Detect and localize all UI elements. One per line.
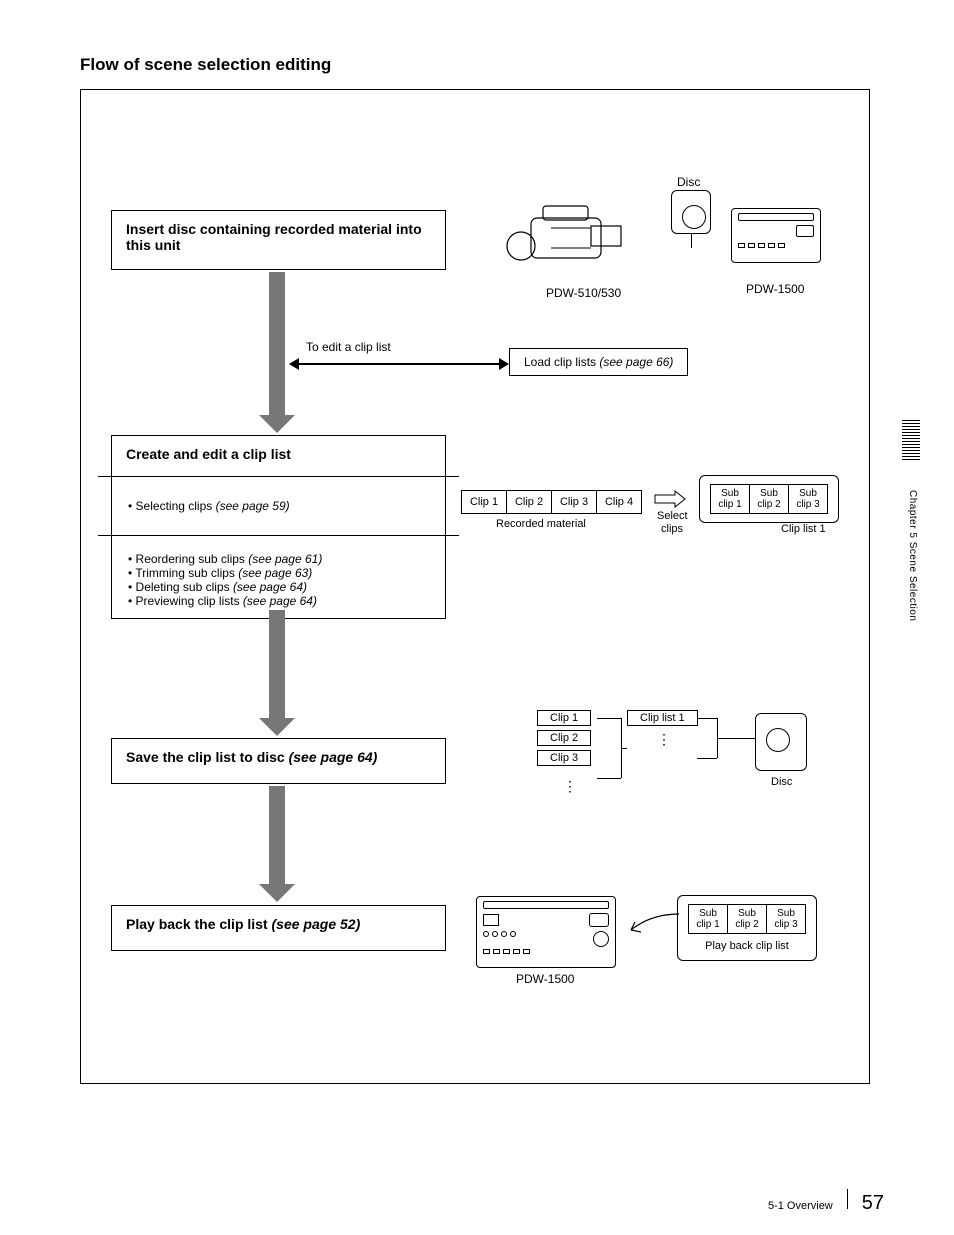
conn3	[597, 778, 621, 779]
edit-label: To edit a clip list	[306, 340, 391, 354]
clip3: Clip 3	[551, 490, 597, 514]
side-chapter-label: Chapter 5 Scene Selection	[907, 490, 918, 621]
disc-connector	[691, 234, 692, 248]
conn7	[697, 758, 717, 759]
arrow-step1-step2	[269, 272, 285, 417]
page-number: 57	[862, 1192, 884, 1215]
bidir-arrow	[299, 363, 499, 365]
load-text: Load clip lists	[524, 355, 599, 369]
disc-save-label: Disc	[771, 776, 792, 788]
deck-icon-bottom	[476, 896, 616, 968]
page-footer: 5-1 Overview 57	[768, 1189, 884, 1215]
pb-sub1: Sub clip 1	[688, 904, 728, 934]
cliplist1-label: Clip list 1	[781, 523, 826, 535]
sub1: Sub clip 1	[710, 484, 750, 514]
sub3: Sub clip 3	[788, 484, 828, 514]
save-cliplist1: Clip list 1	[627, 710, 698, 726]
step2-b3: Deleting sub clips (see page 64)	[128, 580, 431, 594]
step2-selecting: Selecting clips (see page 59)	[128, 499, 431, 513]
save-clip3: Clip 3	[537, 750, 591, 766]
camera-label: PDW-510/530	[546, 286, 621, 300]
conn1	[597, 718, 621, 719]
step3-box: Save the clip list to disc (see page 64)	[111, 738, 446, 784]
save-clip2: Clip 2	[537, 730, 591, 746]
step3-title: Save the clip list to disc (see page 64)	[126, 749, 431, 765]
camera-icon	[501, 198, 631, 278]
clip4: Clip 4	[596, 490, 642, 514]
step2-b2: Trimming sub clips (see page 63)	[128, 566, 431, 580]
deck-label-top: PDW-1500	[746, 282, 804, 296]
playback-box: Sub clip 1 Sub clip 2 Sub clip 3 Play ba…	[677, 895, 817, 961]
load-box: Load clip lists (see page 66)	[509, 348, 688, 376]
vdots2: ⋮	[657, 736, 671, 743]
select-label2: clips	[661, 523, 683, 535]
footer-divider	[847, 1189, 848, 1209]
pb-sub2: Sub clip 2	[727, 904, 767, 934]
select-arrow-icon	[653, 490, 687, 508]
deck-bottom-label: PDW-1500	[516, 972, 574, 986]
conn4	[621, 748, 627, 749]
save-list-col: Clip list 1	[627, 710, 698, 730]
footer-section: 5-1 Overview	[768, 1200, 833, 1212]
disc-save-icon	[755, 713, 807, 771]
side-hatch	[902, 420, 920, 460]
disc-label-top: Disc	[677, 175, 700, 189]
clip2: Clip 2	[506, 490, 552, 514]
step4-box: Play back the clip list (see page 52)	[111, 905, 446, 951]
step2-box: Create and edit a clip list Selecting cl…	[111, 435, 446, 619]
step2-b1: Reordering sub clips (see page 61)	[128, 552, 431, 566]
cliplist1-box: Sub clip 1 Sub clip 2 Sub clip 3	[699, 475, 839, 523]
step2-b4: Previewing clip lists (see page 64)	[128, 594, 431, 608]
vdots1: ⋮	[563, 783, 577, 790]
arrow-step2-step3	[269, 610, 285, 720]
sub2: Sub clip 2	[749, 484, 789, 514]
save-clips-col: Clip 1 Clip 2 Clip 3	[537, 710, 591, 770]
arrow-step3-step4	[269, 786, 285, 886]
recorded-label: Recorded material	[496, 518, 586, 530]
diagram-frame: Insert disc containing recorded material…	[80, 89, 870, 1084]
step2-title: Create and edit a clip list	[126, 446, 431, 462]
clip1: Clip 1	[461, 490, 507, 514]
step1-box: Insert disc containing recorded material…	[111, 210, 446, 270]
save-clip1: Clip 1	[537, 710, 591, 726]
select-label1: Select	[657, 510, 688, 522]
pb-sub3: Sub clip 3	[766, 904, 806, 934]
step1-title: Insert disc containing recorded material…	[126, 221, 431, 253]
conn8	[717, 738, 755, 739]
playback-arrow	[621, 910, 681, 940]
disc-icon	[671, 190, 711, 234]
page-heading: Flow of scene selection editing	[80, 55, 880, 75]
step4-title: Play back the clip list (see page 52)	[126, 916, 431, 932]
load-ref: (see page 66)	[599, 355, 673, 369]
deck-icon-top	[731, 208, 821, 263]
conn5	[697, 718, 717, 719]
recorded-clips: Clip 1 Clip 2 Clip 3 Clip 4	[461, 490, 642, 514]
playback-label: Play back clip list	[688, 940, 806, 952]
